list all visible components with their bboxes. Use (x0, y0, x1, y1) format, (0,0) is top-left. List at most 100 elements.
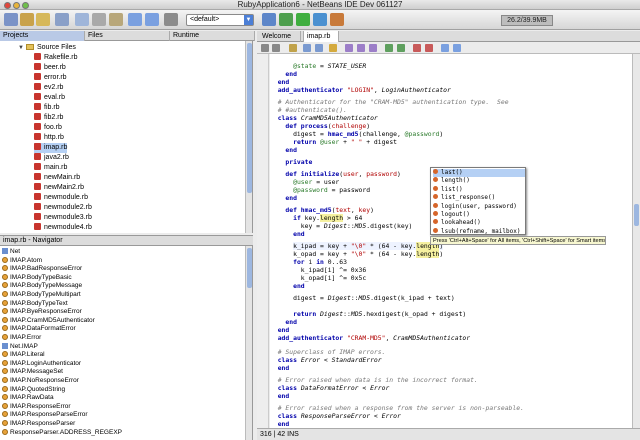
tab-imap-rb[interactable]: imap.rb (303, 31, 339, 42)
completion-item[interactable]: logout() (433, 211, 525, 219)
tree-file-label: Rakefile.rb (44, 54, 78, 61)
find-previous-icon[interactable] (303, 44, 311, 52)
navigator-item[interactable]: Net.IMAP (2, 342, 38, 351)
build-icon[interactable] (279, 13, 293, 26)
configuration-combo[interactable]: <default> ▼ (186, 14, 254, 26)
completion-item[interactable]: list_response() (433, 194, 525, 202)
tree-file-item[interactable]: newmodule.rb (34, 193, 88, 203)
navigator-item[interactable]: IMAP.Literal (2, 351, 45, 359)
tree-file-item[interactable]: main.rb (34, 163, 67, 173)
memory-indicator[interactable]: 26.2/39.9MB (501, 15, 553, 26)
tab-welcome[interactable]: Welcome (259, 31, 301, 42)
save-icon[interactable] (55, 13, 69, 26)
find-selection-icon[interactable] (289, 44, 297, 52)
code-line: k_opad = key + "\0" * (64 - key.length) (270, 250, 444, 258)
navigator-item[interactable]: IMAP.DataFormatError (2, 325, 76, 333)
previous-bookmark-icon[interactable] (345, 44, 353, 52)
tree-file-item[interactable]: newmodule4.rb (34, 223, 92, 233)
editor-scroll-thumb[interactable] (634, 204, 639, 226)
navigator-item[interactable]: IMAP.ResponseParseError (2, 411, 88, 419)
tab-projects[interactable]: Projects (0, 31, 85, 41)
clean-build-icon[interactable] (262, 13, 276, 26)
tree-file-item[interactable]: newMain2.rb (34, 183, 84, 193)
tree-file-item[interactable]: ev2.rb (34, 83, 63, 93)
navigator-item[interactable]: IMAP.BodyTypeMessage (2, 282, 82, 290)
navigator-item[interactable]: Net (2, 248, 20, 256)
tree-folder-source-files[interactable]: ▼ Source Files (18, 43, 76, 53)
debug-icon[interactable] (313, 13, 327, 26)
tree-file-item[interactable]: eval.rb (34, 93, 65, 103)
navigator-item[interactable]: IMAP.BodyTypeText (2, 299, 68, 308)
navigator-item[interactable]: IMAP.CramMD5Authenticator (2, 316, 95, 325)
navigator-scrollbar[interactable] (245, 246, 252, 440)
navigator-item[interactable]: IMAP.QuotedString (2, 385, 65, 394)
tree-file-item[interactable]: error.rb (34, 73, 67, 83)
tree-file-item[interactable]: foo.rb (34, 123, 62, 133)
expand-triangle-icon[interactable]: ▼ (18, 43, 26, 53)
tree-file-item[interactable]: fib2.rb (34, 113, 63, 123)
navigator-item[interactable]: IMAP.BadResponseError (2, 265, 82, 273)
navigator-item[interactable]: IMAP.NoResponseError (2, 377, 79, 385)
shift-left-icon[interactable] (385, 44, 393, 52)
editor-scrollbar[interactable] (632, 54, 640, 428)
tree-file-item[interactable]: Rakefile.rb (34, 53, 77, 63)
navigator-item[interactable]: IMAP.ResponseParser (2, 420, 75, 428)
tree-file-item[interactable]: http.rb (34, 133, 64, 143)
find-next-icon[interactable] (315, 44, 323, 52)
comment-icon[interactable] (441, 44, 449, 52)
tab-runtime[interactable]: Runtime (170, 31, 255, 41)
shift-right-icon[interactable] (397, 44, 405, 52)
find-icon[interactable] (164, 13, 178, 26)
profile-icon[interactable] (330, 13, 344, 26)
navigator-item[interactable]: IMAP.RawData (2, 394, 54, 402)
completion-item[interactable]: last() (433, 169, 525, 177)
completion-item[interactable]: lookahead() (433, 219, 525, 227)
back-icon[interactable] (261, 44, 269, 52)
navigator-item[interactable]: IMAP.LoginAuthenticator (2, 359, 81, 368)
stop-macro-icon[interactable] (425, 44, 433, 52)
new-project-icon[interactable] (20, 13, 34, 26)
open-project-icon[interactable] (36, 13, 50, 26)
tree-file-item[interactable]: newMain.rb (34, 173, 80, 183)
tree-file-label: newmodule4.rb (44, 224, 92, 231)
code-completion-popup[interactable]: last() length() list() list_response() login… (430, 167, 526, 235)
undo-icon[interactable] (128, 13, 142, 26)
run-icon[interactable] (296, 13, 310, 26)
tree-scroll-thumb[interactable] (247, 43, 252, 193)
navigator-item[interactable]: IMAP.BodyTypeMultipart (2, 291, 81, 299)
tree-file-label: ev2.rb (44, 84, 64, 91)
tree-scrollbar[interactable] (245, 41, 252, 233)
tree-file-item[interactable]: newmodule3.rb (34, 213, 92, 223)
completion-item[interactable]: login(user, password) (433, 202, 525, 211)
editor-gutter[interactable] (257, 54, 269, 428)
completion-item[interactable]: lsub(refname, mailbox) (433, 227, 525, 236)
tree-file-item[interactable]: java2.rb (34, 153, 69, 163)
navigator-item[interactable]: ResponseParser.ADDRESS_REGEXP (2, 428, 122, 437)
navigator-item[interactable]: IMAP.ResponseError (2, 402, 71, 411)
tree-file-item[interactable]: beer.rb (34, 63, 66, 73)
tab-files[interactable]: Files (85, 31, 170, 41)
forward-icon[interactable] (272, 44, 280, 52)
tree-file-item[interactable]: newmodule2.rb (34, 203, 92, 213)
redo-icon[interactable] (145, 13, 159, 26)
navigator-scroll-thumb[interactable] (247, 248, 252, 288)
class-icon (2, 316, 8, 323)
toggle-bookmark-icon[interactable] (369, 44, 377, 52)
completion-item[interactable]: length() (433, 177, 525, 185)
navigator-item[interactable]: IMAP.Error (2, 334, 41, 342)
cut-icon[interactable] (75, 13, 89, 26)
new-file-icon[interactable] (4, 13, 18, 26)
completion-item[interactable]: list() (433, 185, 525, 194)
navigator-item[interactable]: IMAP.MessageSet (2, 368, 63, 376)
navigator-item[interactable]: IMAP.BodyTypeBasic (2, 273, 72, 282)
tree-file-item[interactable]: imap.rb (34, 143, 68, 153)
copy-icon[interactable] (92, 13, 106, 26)
toggle-highlight-icon[interactable] (329, 44, 337, 52)
uncomment-icon[interactable] (453, 44, 461, 52)
start-macro-icon[interactable] (413, 44, 421, 52)
tree-file-item[interactable]: fib.rb (34, 103, 60, 113)
navigator-item[interactable]: IMAP.ByeResponseError (2, 308, 82, 316)
navigator-item[interactable]: IMAP.Atom (2, 256, 42, 265)
paste-icon[interactable] (109, 13, 123, 26)
next-bookmark-icon[interactable] (357, 44, 365, 52)
